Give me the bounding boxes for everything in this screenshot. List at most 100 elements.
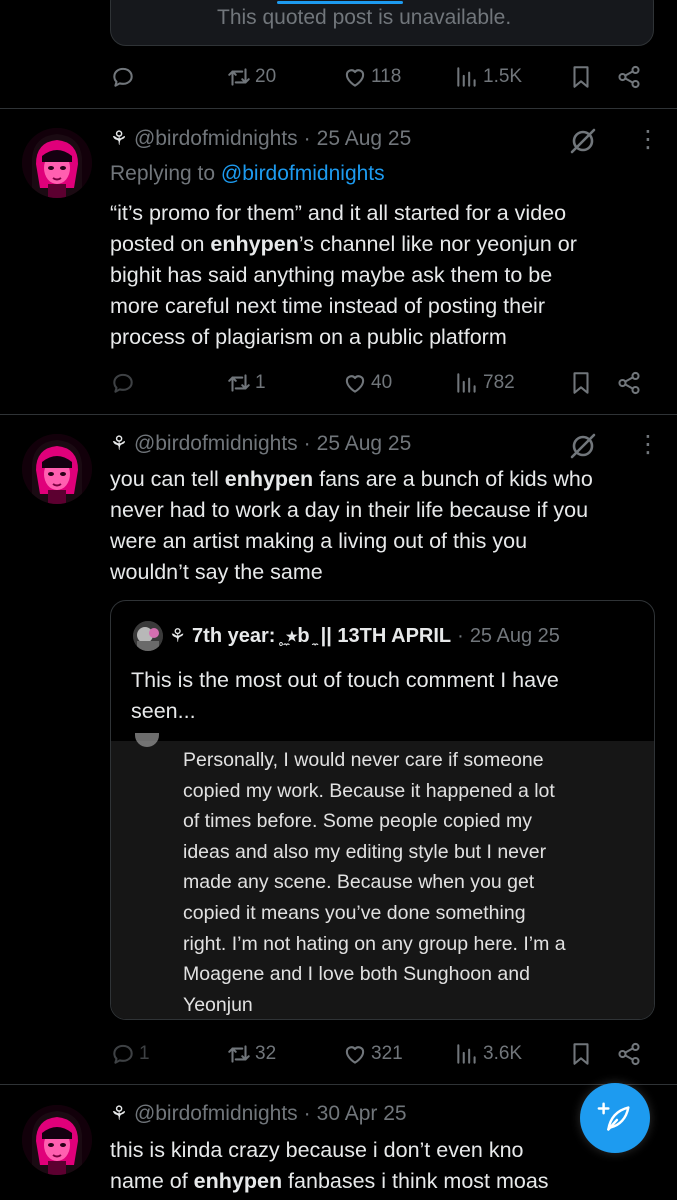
separator-dot: · [303, 1101, 311, 1125]
divider [0, 414, 677, 415]
like-count: 118 [371, 66, 402, 87]
tweet-handle[interactable]: @birdofmidnights [134, 1102, 298, 1126]
tweet-header: ⚘ @birdofmidnights · 25 Aug 25 [110, 431, 411, 456]
hashtag-keyword[interactable]: enhypen [225, 467, 313, 491]
bookmark-icon [573, 66, 589, 88]
tweet-text: “it’s promo for them” and it all started… [110, 198, 650, 353]
views-icon [457, 1044, 476, 1064]
repost-count: 32 [255, 1043, 277, 1064]
hashtag-keyword[interactable]: enhypen [194, 1169, 282, 1193]
reply-icon [113, 67, 133, 87]
repost-count: 1 [255, 372, 266, 393]
reply-button[interactable] [110, 368, 136, 398]
share-button[interactable] [616, 368, 642, 398]
views-button[interactable]: 3.6K [454, 1039, 522, 1069]
sprout-icon: ⚘ [110, 433, 128, 455]
tweet-line: process of plagiarism on a public platfo… [110, 325, 507, 349]
grok-icon[interactable] [568, 126, 598, 156]
sprout-icon: ⚘ [110, 128, 128, 150]
repost-icon [228, 1045, 250, 1063]
tweet-line: were an artist making a living out of th… [110, 529, 528, 553]
compose-button[interactable] [580, 1083, 650, 1153]
views-icon [457, 373, 476, 393]
quote-line: seen... [131, 699, 196, 723]
quote-image[interactable]: Personally, I would never care if someon… [111, 733, 654, 1019]
repost-button[interactable]: 1 [226, 368, 266, 398]
sprout-icon: ⚘ [169, 625, 187, 647]
action-bar: 1 32 321 3.6K [110, 1039, 645, 1069]
scroll-indicator [277, 1, 403, 4]
quote-author-name: 7th year: ̥ ̼⭒b ̼ || 13TH APRIL [192, 624, 452, 647]
tweet-header: ⚘ @birdofmidnights · 25 Aug 25 [110, 126, 411, 151]
grok-icon[interactable] [568, 431, 598, 461]
tweet-date[interactable]: 25 Aug 25 [317, 127, 412, 151]
views-count: 782 [483, 372, 515, 393]
image-text: Personally, I would never care if someon… [183, 749, 566, 1016]
views-count: 1.5K [483, 66, 523, 87]
quote-avatar [133, 621, 163, 651]
tweet-line: more careful next time instead of postin… [110, 294, 545, 318]
tweet-handle[interactable]: @birdofmidnights [134, 432, 298, 456]
like-icon [345, 69, 365, 87]
bookmark-button[interactable] [568, 62, 594, 92]
like-button[interactable]: 118 [342, 62, 401, 92]
tweet-line: “it’s promo for them” and it all started… [110, 201, 567, 225]
quote-line: This is the most out of touch comment I … [131, 668, 559, 692]
quote-header: ⚘ 7th year: ̥ ̼⭒b ̼ || 13TH APRIL · 25 A… [133, 621, 560, 651]
tweet-date[interactable]: 30 Apr 25 [317, 1102, 407, 1126]
like-count: 40 [371, 372, 393, 393]
action-bar: 1 40 782 [110, 368, 645, 398]
avatar[interactable] [22, 128, 92, 198]
reply-button[interactable] [110, 62, 136, 92]
bookmark-button[interactable] [568, 1039, 594, 1069]
tweet-text: you can tell enhypen fans are a bunch of… [110, 464, 650, 588]
divider [0, 1084, 677, 1085]
like-icon [345, 375, 365, 393]
replying-label: Replying to [110, 162, 216, 185]
tweet-header: ⚘ @birdofmidnights · 30 Apr 25 [110, 1101, 407, 1126]
tweet-line: wouldn’t say the same [110, 560, 323, 584]
like-icon [345, 1046, 365, 1064]
repost-button[interactable]: 20 [226, 62, 276, 92]
quote-date: 25 Aug 25 [469, 624, 560, 647]
views-button[interactable]: 782 [454, 368, 515, 398]
separator-dot: · [457, 624, 464, 647]
bookmark-icon [573, 372, 589, 394]
replying-handle[interactable]: @birdofmidnights [221, 162, 385, 185]
action-bar: 20 118 1.5K [110, 62, 645, 92]
repost-icon [228, 68, 250, 86]
reply-count: 1 [139, 1043, 150, 1064]
unavailable-quote-card: This quoted post is unavailable. [110, 0, 654, 46]
reply-icon [113, 1044, 133, 1064]
replying-to: Replying to @birdofmidnights [110, 162, 385, 186]
quoted-tweet-card[interactable]: ⚘ 7th year: ̥ ̼⭒b ̼ || 13TH APRIL · 25 A… [110, 600, 655, 1020]
tweet-date[interactable]: 25 Aug 25 [317, 432, 412, 456]
like-button[interactable]: 321 [342, 1039, 403, 1069]
tweet-handle[interactable]: @birdofmidnights [134, 127, 298, 151]
more-icon[interactable]: ⋮ [636, 431, 660, 461]
views-icon [457, 67, 476, 87]
sprout-icon: ⚘ [110, 1103, 128, 1125]
avatar[interactable] [22, 1105, 92, 1175]
share-icon [618, 1042, 640, 1066]
tweet-text: this is kinda crazy because i don’t even… [110, 1135, 650, 1197]
tweet-line: posted on enhypen’s channel like nor yeo… [110, 232, 577, 256]
divider [0, 108, 677, 109]
hashtag-keyword[interactable]: enhypen [210, 232, 298, 256]
bookmark-button[interactable] [568, 368, 594, 398]
more-icon[interactable]: ⋮ [636, 126, 660, 156]
quote-text: This is the most out of touch comment I … [131, 665, 559, 727]
reply-button[interactable]: 1 [110, 1039, 150, 1069]
share-icon [618, 371, 640, 395]
share-icon [618, 65, 640, 89]
views-count: 3.6K [483, 1043, 523, 1064]
separator-dot: · [303, 126, 311, 150]
image-avatar-fragment [135, 733, 159, 747]
repost-button[interactable]: 32 [226, 1039, 276, 1069]
like-button[interactable]: 40 [342, 368, 392, 398]
views-button[interactable]: 1.5K [454, 62, 522, 92]
share-button[interactable] [616, 62, 642, 92]
avatar[interactable] [22, 434, 92, 504]
share-button[interactable] [616, 1039, 642, 1069]
separator-dot: · [303, 431, 311, 455]
